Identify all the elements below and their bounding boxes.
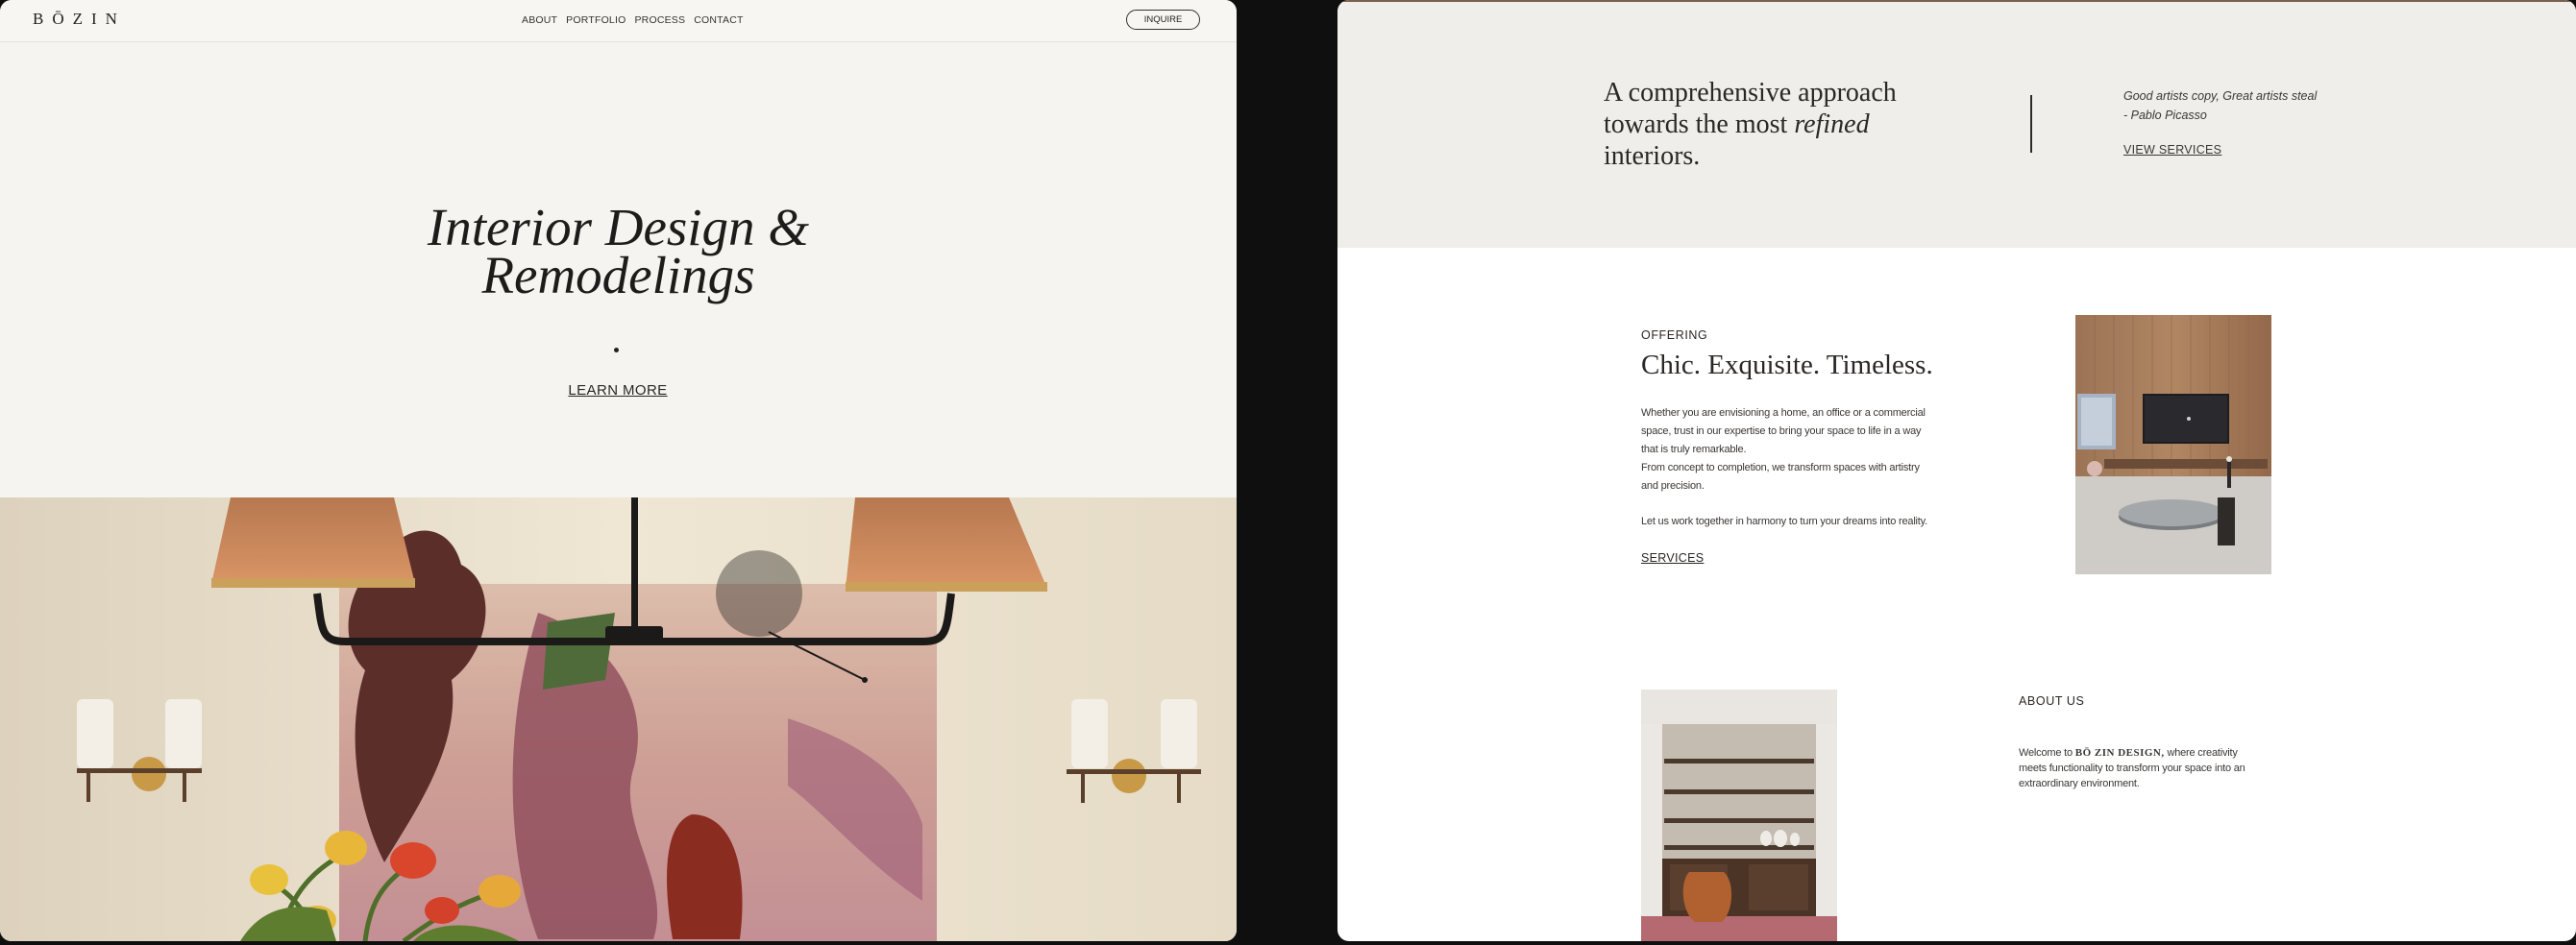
about-us-label: ABOUT US: [2019, 694, 2085, 708]
nav-link-process[interactable]: PROCESS: [634, 14, 685, 26]
approach-statement: A comprehensive approach towards the mos…: [1604, 77, 1911, 172]
services-link[interactable]: SERVICES: [1641, 551, 1704, 565]
approach-line3: interiors.: [1604, 141, 1701, 171]
offering-body: Whether you are envisioning a home, an o…: [1641, 404, 1939, 531]
living-room-photo: [2075, 315, 2271, 574]
approach-line2: towards the most refined: [1604, 109, 1911, 140]
inquire-button[interactable]: INQUIRE: [1126, 10, 1200, 30]
hero-interior-illustration: [0, 497, 1237, 941]
nav-links: ABOUT PORTFOLIO PROCESS CONTACT: [522, 14, 744, 26]
intro-band: A comprehensive approach towards the mos…: [1337, 0, 2576, 248]
approach-line2-prefix: towards the most: [1604, 109, 1795, 139]
nav-link-portfolio[interactable]: PORTFOLIO: [566, 14, 626, 26]
offering-paragraph-2: From concept to completion, we transform…: [1641, 462, 1920, 492]
vertical-divider: [2030, 95, 2032, 153]
offering-label: OFFERING: [1641, 328, 1708, 342]
hero-title: Interior Design & Remodelings: [365, 198, 871, 304]
offering-heading: Chic. Exquisite. Timeless.: [1641, 350, 1933, 380]
services-about-panel: A comprehensive approach towards the mos…: [1337, 0, 2576, 941]
about-brand-name: BŌ ZIN DESIGN,: [2074, 747, 2165, 759]
living-room-illustration: [2075, 315, 2271, 574]
quote: Good artists copy, Great artists steal -…: [2123, 86, 2335, 125]
homepage-hero-panel: BŌZIN ABOUT PORTFOLIO PROCESS CONTACT IN…: [0, 0, 1237, 941]
approach-emphasis: refined: [1794, 109, 1870, 139]
view-services-link[interactable]: VIEW SERVICES: [2123, 143, 2221, 157]
shelving-room-photo: [1641, 690, 1837, 941]
nav-link-about[interactable]: ABOUT: [522, 14, 557, 26]
quote-author: - Pablo Picasso: [2123, 109, 2207, 122]
quote-text: Good artists copy, Great artists steal: [2123, 89, 2318, 103]
about-text-prefix: Welcome to: [2019, 747, 2075, 759]
top-navigation: BŌZIN ABOUT PORTFOLIO PROCESS CONTACT IN…: [0, 0, 1237, 42]
hero-title-line2: Remodelings: [481, 246, 755, 304]
offering-paragraph-3: Let us work together in harmony to turn …: [1641, 516, 1927, 527]
offering-paragraph-1: Whether you are envisioning a home, an o…: [1641, 407, 1926, 455]
approach-line1: A comprehensive approach: [1604, 78, 1897, 108]
nav-link-contact[interactable]: CONTACT: [694, 14, 743, 26]
hero-dot-divider: [614, 348, 619, 352]
learn-more-link[interactable]: LEARN MORE: [522, 382, 714, 399]
site-logo[interactable]: BŌZIN: [33, 10, 126, 29]
about-us-text: Welcome to BŌ ZIN DESIGN, where creativi…: [2019, 745, 2259, 791]
hero-interior-photo: [0, 497, 1237, 941]
hero-title-line1: Interior Design &: [427, 198, 810, 256]
shelving-room-illustration: [1641, 690, 1837, 941]
